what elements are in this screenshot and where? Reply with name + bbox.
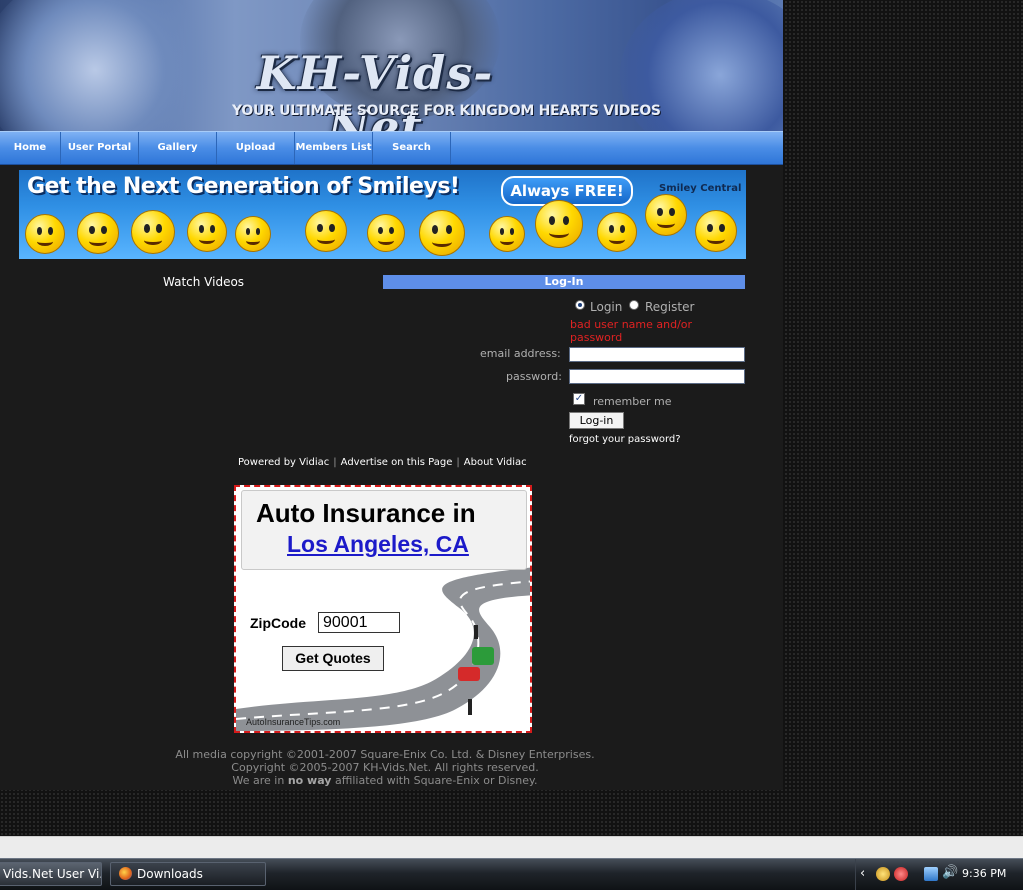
auto-insurance-ad[interactable]: Auto Insurance in Los Angeles, CA ZipCod… xyxy=(234,485,532,733)
site-container: KH-Vids-Net YOUR ULTIMATE SOURCE FOR KIN… xyxy=(0,0,783,790)
nav-upload[interactable]: Upload xyxy=(217,132,295,164)
taskbar-clock[interactable]: 9:36 PM xyxy=(962,867,1006,880)
copyright-line-3-bold: no way xyxy=(287,774,332,787)
about-link[interactable]: About Vidiac xyxy=(464,457,527,468)
mummy-smiley-icon xyxy=(535,200,583,248)
taskbar: Vids.Net User Vi... Downloads ‹ 🔊 9:36 P… xyxy=(0,858,1023,890)
password-label: password: xyxy=(506,370,562,383)
shy-smiley-icon xyxy=(235,216,271,252)
nav-members-list[interactable]: Members List xyxy=(295,132,373,164)
taskbar-downloads-label: Downloads xyxy=(137,867,203,881)
copyright-line-3-pre: We are in xyxy=(232,774,285,787)
powered-by-link[interactable]: Powered by Vidiac xyxy=(238,457,329,468)
security-alert-icon[interactable] xyxy=(894,867,908,881)
smiley-ad-headline: Get the Next Generation of Smileys! xyxy=(27,174,460,199)
site-tagline: YOUR ULTIMATE SOURCE FOR KINGDOM HEARTS … xyxy=(232,103,661,119)
nav-search[interactable]: Search xyxy=(373,132,451,164)
login-error-message: bad user name and/or password xyxy=(570,318,693,344)
zipcode-label: ZipCode xyxy=(250,615,306,631)
network-connection-icon[interactable] xyxy=(924,867,938,881)
smiley-icon xyxy=(25,214,65,254)
auto-ad-site-link[interactable]: AutoInsuranceTips.com xyxy=(246,717,340,727)
nav-home[interactable]: Home xyxy=(0,132,61,164)
auto-ad-title: Auto Insurance in xyxy=(256,498,476,528)
nav-user-portal[interactable]: User Portal xyxy=(61,132,139,164)
auto-ad-headline-box: Auto Insurance in Los Angeles, CA xyxy=(241,490,527,570)
remember-me-label: remember me xyxy=(593,395,672,408)
glasses-smiley-icon xyxy=(419,210,465,256)
surprised-smiley-icon xyxy=(597,212,637,252)
login-panel-header: Log-In xyxy=(383,275,745,289)
chevron-left-icon[interactable]: ‹ xyxy=(860,866,865,881)
zipcode-input[interactable]: 90001 xyxy=(318,612,400,633)
browser-status-bar xyxy=(0,836,1023,859)
taskbar-downloads-window[interactable]: Downloads xyxy=(110,862,266,886)
auto-ad-city-link[interactable]: Los Angeles, CA xyxy=(287,531,469,558)
smiley-ad-brand: Smiley Central xyxy=(659,183,742,194)
copyright-notice: All media copyright ©2001-2007 Square-En… xyxy=(60,748,710,787)
watch-videos-link[interactable]: Watch Videos xyxy=(163,275,244,289)
tongue-smiley-icon xyxy=(187,212,227,252)
register-radio[interactable] xyxy=(629,300,639,310)
email-label: email address: xyxy=(480,347,561,360)
copyright-line-3: We are in no way affiliated with Square-… xyxy=(60,774,710,787)
site-banner: KH-Vids-Net YOUR ULTIMATE SOURCE FOR KIN… xyxy=(0,0,783,131)
cake-smiley-icon xyxy=(489,216,525,252)
copyright-line-3-post: affiliated with Square-Enix or Disney. xyxy=(334,774,538,787)
smiley-central-ad[interactable]: Get the Next Generation of Smileys! Alwa… xyxy=(19,170,746,259)
nav-gallery[interactable]: Gallery xyxy=(139,132,217,164)
remember-me-checkbox[interactable]: ✓ xyxy=(573,393,585,405)
advertise-link[interactable]: Advertise on this Page xyxy=(341,457,453,468)
forgot-password-link[interactable]: forgot your password? xyxy=(569,434,681,445)
footer-links: Powered by Vidiac | Advertise on this Page… xyxy=(238,457,527,468)
footer-separator: | xyxy=(456,457,460,468)
email-input[interactable] xyxy=(569,347,745,362)
get-quotes-button[interactable]: Get Quotes xyxy=(282,646,384,671)
footer-separator: | xyxy=(333,457,337,468)
cap-smiley-icon xyxy=(131,210,175,254)
login-radio-label: Login xyxy=(590,300,623,314)
angry-smiley-icon xyxy=(695,210,737,252)
firefox-icon xyxy=(119,867,132,880)
volume-icon[interactable]: 🔊 xyxy=(942,865,958,880)
banner-art-left xyxy=(0,0,210,131)
laughing-smiley-icon xyxy=(305,210,347,252)
network-globe-icon[interactable] xyxy=(876,867,890,881)
spring-smiley-icon xyxy=(367,214,405,252)
copyright-line-2: Copyright ©2005-2007 KH-Vids.Net. All ri… xyxy=(231,761,539,774)
taskbar-browser-window[interactable]: Vids.Net User Vi... xyxy=(0,862,102,886)
password-input[interactable] xyxy=(569,369,745,384)
login-radio[interactable] xyxy=(575,300,585,310)
copyright-line-1: All media copyright ©2001-2007 Square-En… xyxy=(175,748,595,761)
login-button[interactable]: Log-in xyxy=(569,412,624,429)
register-radio-label: Register xyxy=(645,300,695,314)
main-nav: Home User Portal Gallery Upload Members … xyxy=(0,131,783,165)
jester-smiley-icon xyxy=(645,194,687,236)
pirate-smiley-icon xyxy=(77,212,119,254)
